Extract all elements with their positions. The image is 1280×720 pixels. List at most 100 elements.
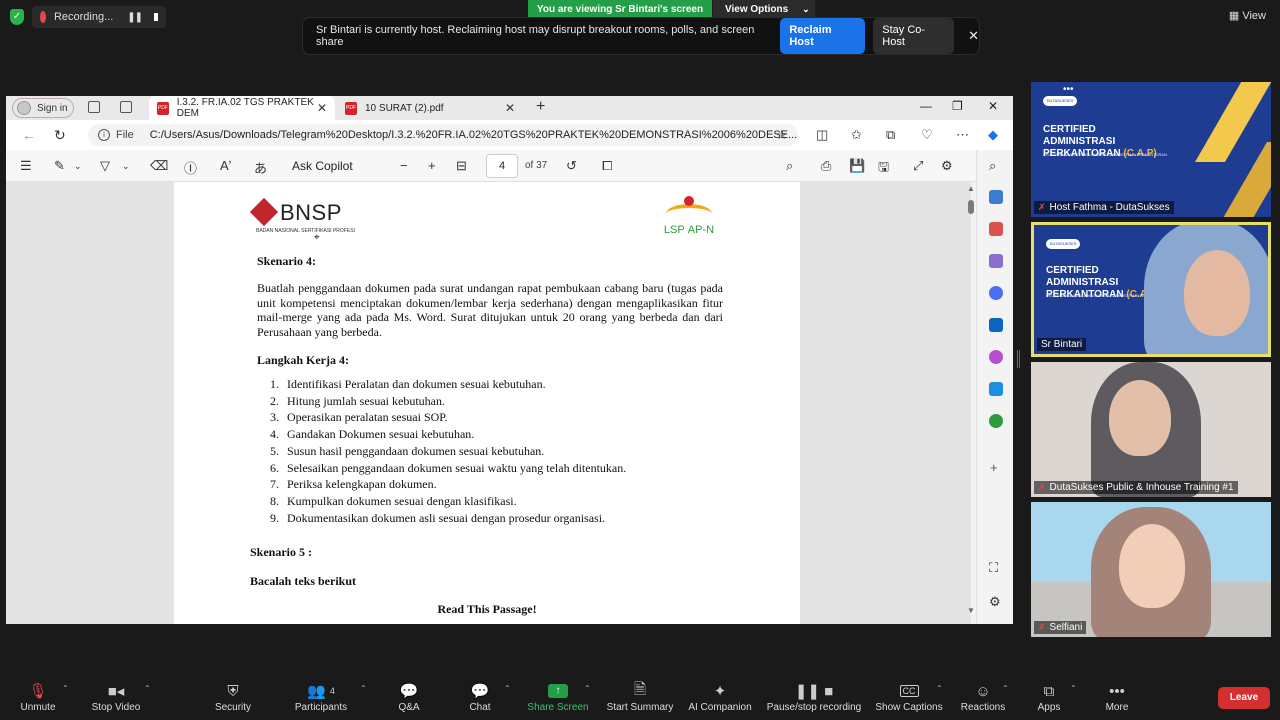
chevron-up-icon[interactable]: ⌃ (360, 684, 367, 693)
pause-stop-recording-button[interactable]: ❚❚ ■ Pause/stop recording (764, 680, 864, 713)
settings-gear-icon[interactable]: ⚙ (941, 158, 953, 174)
shopping-tag-icon[interactable] (989, 190, 1003, 204)
pause-icon[interactable]: ❚❚ (127, 12, 143, 23)
outlook-icon[interactable] (989, 318, 1003, 332)
reactions-button[interactable]: ☺ Reactions ⌃ (958, 680, 1009, 714)
page-number-input[interactable]: 4 (486, 154, 518, 178)
pdf-viewport[interactable]: BNSP BADAN NASIONAL SERTIFIKASI PROFESI … (6, 182, 971, 624)
video-tile-sr-bintari[interactable]: DUTASUKSES CERTIFIED ADMINISTRASI PERKANTO… (1031, 222, 1271, 357)
scroll-down-icon[interactable]: ▼ (967, 606, 975, 615)
tree-icon[interactable] (989, 414, 1003, 428)
contents-icon[interactable]: ☰ (20, 158, 32, 174)
ask-copilot-button[interactable]: Ask Copilot (292, 159, 353, 173)
address-bar[interactable]: i File C:/Users/Asus/Downloads/Telegram%… (88, 124, 798, 146)
fullscreen-icon[interactable]: ⤢ (913, 158, 923, 174)
ai-companion-button[interactable]: ✦ AI Companion (686, 680, 754, 713)
minimize-icon[interactable]: — (920, 99, 932, 113)
chevron-up-icon[interactable]: ⌃ (62, 684, 69, 693)
view-button[interactable]: ▦ View (1229, 9, 1266, 22)
info-icon[interactable]: i (98, 129, 110, 141)
video-tile-dutasukses[interactable]: ✗ DutaSukses Public & Inhouse Training #1 (1031, 362, 1271, 497)
scroll-up-icon[interactable]: ▲ (967, 184, 975, 193)
stay-cohost-button[interactable]: Stay Co-Host (873, 18, 955, 54)
stop-icon[interactable] (154, 13, 158, 21)
more-options-icon[interactable]: ⋯ (956, 127, 969, 143)
recording-indicator[interactable]: Recording... ❚❚ (32, 6, 166, 28)
text-box-icon[interactable]: Ⓘ (184, 158, 197, 177)
participants-button[interactable]: 👥 4 Participants ⌃ (290, 680, 367, 713)
tools-icon[interactable] (989, 222, 1003, 236)
view-options-button[interactable]: View Options ⌄ (713, 0, 815, 18)
tab-actions-icon[interactable] (120, 101, 132, 113)
show-captions-button[interactable]: CC Show Captions ⌃ (874, 680, 944, 713)
recording-label: Recording... (53, 11, 114, 23)
draw-icon[interactable]: ▽ (100, 158, 110, 174)
translate-icon[interactable]: あ (254, 158, 267, 177)
microsoft-365-icon[interactable] (989, 286, 1003, 300)
chat-button[interactable]: 💬 Chat ⌃ (464, 680, 510, 713)
security-button[interactable]: ⛨ Security (210, 680, 256, 714)
close-window-icon[interactable]: ✕ (988, 99, 998, 113)
more-dots-icon[interactable]: ••• (1063, 84, 1074, 95)
save-icon[interactable]: 💾 (849, 158, 865, 174)
fit-page-icon[interactable]: ⊟ (456, 158, 467, 174)
zoom-out-icon[interactable]: − (400, 158, 408, 173)
start-summary-button[interactable]: 🗎 Start Summary (604, 680, 676, 714)
workspaces-icon[interactable] (88, 101, 100, 113)
close-tab-icon[interactable]: ✕ (505, 101, 515, 115)
scrollbar-thumb[interactable] (968, 200, 974, 214)
refresh-icon[interactable]: ↻ (54, 127, 66, 144)
video-tile-host-fathma[interactable]: ••• DUTASUKSES CERTIFIED ADMINISTRASI PERK… (1031, 82, 1271, 217)
highlight-icon[interactable]: ✎ (54, 158, 65, 174)
close-icon[interactable]: ✕ (968, 28, 979, 44)
chevron-down-icon[interactable]: ⌄ (74, 161, 82, 172)
video-tile-selfiani[interactable]: ✗ Selfiani (1031, 502, 1271, 637)
apps-button[interactable]: ⧉ Apps ⌃ (1036, 680, 1077, 714)
screenshot-icon[interactable]: ⛶ (989, 560, 998, 576)
read-aloud-icon[interactable]: Aʼ (220, 158, 232, 173)
more-button[interactable]: ••• More (1102, 680, 1132, 714)
page-view-icon[interactable]: ⧠ (602, 158, 612, 174)
chevron-up-icon[interactable]: ⌃ (504, 684, 511, 693)
qa-button[interactable]: 💬 Q&A (392, 680, 426, 713)
chevron-up-icon[interactable]: ⌃ (144, 684, 151, 693)
chevron-up-icon[interactable]: ⌃ (584, 684, 591, 693)
browser-essentials-icon[interactable]: ♡ (921, 127, 933, 143)
add-icon[interactable]: + (990, 460, 998, 475)
print-icon[interactable]: ⎙ (821, 158, 831, 174)
designer-icon[interactable] (989, 350, 1003, 364)
chevron-up-icon[interactable]: ⌃ (936, 684, 943, 693)
restore-icon[interactable]: ❐ (952, 99, 963, 113)
sign-in-button[interactable]: Sign in (12, 98, 74, 118)
favorite-star-icon[interactable]: ☆ (776, 127, 788, 143)
settings-gear-icon[interactable]: ⚙ (989, 594, 1001, 610)
favorites-icon[interactable]: ✩ (851, 127, 862, 143)
resize-handle[interactable] (1017, 350, 1020, 368)
collections-icon[interactable]: ⧉ (886, 127, 895, 143)
send-icon[interactable] (989, 382, 1003, 396)
save-as-icon[interactable]: 🖫 (878, 158, 889, 180)
eraser-icon[interactable]: ⌫ (150, 158, 168, 174)
back-icon[interactable]: ← (22, 127, 36, 143)
search-icon[interactable]: ⌕ (786, 158, 793, 174)
copilot-icon[interactable]: ◆ (988, 127, 998, 143)
tab-pdf[interactable]: PDF 10 SURAT (2).pdf ✕ (337, 96, 523, 120)
list-item: 5. Susun hasil penggandaan dokumen sesuai… (270, 443, 545, 458)
tab-pdf-active[interactable]: PDF I.3.2. FR.IA.02 TGS PRAKTEK DEM ✕ (149, 96, 335, 120)
new-tab-icon[interactable]: + (536, 98, 545, 116)
chevron-up-icon[interactable]: ⌃ (1070, 684, 1077, 693)
stop-video-button[interactable]: ■◂ Stop Video ⌃ (88, 680, 151, 713)
reclaim-host-button[interactable]: Reclaim Host (780, 18, 866, 54)
chevron-down-icon[interactable]: ⌄ (122, 161, 130, 172)
rotate-icon[interactable]: ↺ (566, 158, 577, 174)
zoom-in-icon[interactable]: + (428, 158, 436, 173)
unmute-button[interactable]: 🎙 Unmute ⌃ (16, 680, 68, 713)
participant-face (1109, 380, 1171, 456)
close-tab-icon[interactable]: ✕ (317, 101, 327, 115)
games-icon[interactable] (989, 254, 1003, 268)
share-screen-button[interactable]: ↑ Share Screen ⌃ (526, 680, 591, 713)
leave-button[interactable]: Leave (1218, 687, 1270, 709)
split-screen-icon[interactable]: ◫ (816, 127, 828, 143)
chevron-up-icon[interactable]: ⌃ (1002, 684, 1009, 693)
search-icon[interactable]: ⌕ (989, 158, 996, 174)
